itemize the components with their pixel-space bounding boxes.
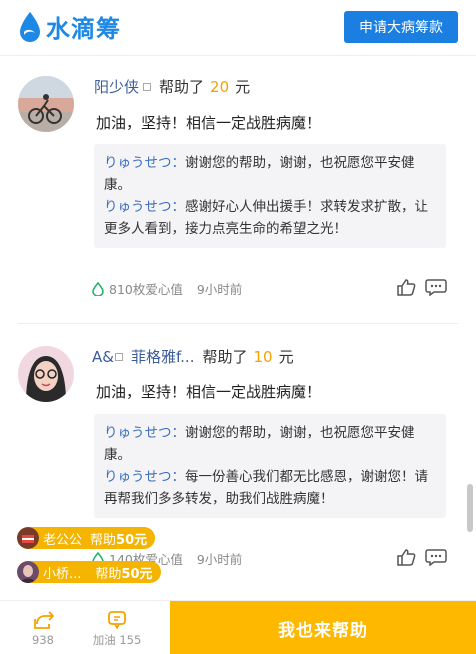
toast-amount: 50元: [121, 566, 153, 582]
cheer-label: 加油 155: [92, 632, 142, 647]
donor-message: 加油，坚持！相信一定战胜病魔！: [96, 114, 322, 132]
logo[interactable]: 水滴筹: [18, 9, 121, 44]
reply-author: りゅうせつ：: [104, 425, 185, 441]
water-drop-logo-icon: [20, 11, 40, 42]
currency-unit: 元: [278, 348, 294, 366]
timestamp: 9小时前: [196, 282, 243, 297]
reply-author: りゅうせつ：: [104, 155, 185, 171]
share-icon: [34, 610, 54, 629]
reply[interactable]: りゅうせつ：每一份善心我们都无比感恩，谢谢您！请再帮我们多多转发，助我们战胜病魔…: [104, 466, 436, 510]
reply-author: りゅうせつ：: [104, 469, 185, 485]
toast-help-label: 帮助: [90, 532, 117, 548]
avatar[interactable]: [18, 76, 74, 132]
cheer-button[interactable]: 加油 155: [86, 601, 148, 654]
comment-icon[interactable]: [425, 278, 447, 296]
placeholder-glyph: [143, 82, 152, 91]
timestamp: 9小时前: [196, 552, 243, 567]
scrollbar-thumb[interactable]: [467, 484, 473, 532]
toast-avatar: [17, 561, 39, 583]
helped-label: 帮助了: [202, 348, 248, 366]
share-count: 938: [32, 632, 54, 647]
share-button[interactable]: 938: [18, 601, 68, 654]
love-value: 810枚爱心值: [109, 282, 183, 297]
toast-name: 老公公: [43, 532, 83, 548]
donor-row: A& 菲格雅f... 帮助了 10 元: [92, 346, 294, 367]
donation-toast: 小桥... 帮助 50元: [17, 561, 161, 583]
placeholder-glyph: [114, 352, 123, 361]
reply[interactable]: りゅうせつ：谢谢您的帮助，谢谢，也祝愿您平安健康。: [104, 152, 436, 196]
reply-box: りゅうせつ：谢谢您的帮助，谢谢，也祝愿您平安健康。 りゅうせつ：感谢好心人伸出援…: [94, 144, 446, 248]
avatar[interactable]: [18, 346, 74, 402]
donor-row: 阳少侠 帮助了 20 元: [94, 76, 250, 97]
logo-text: 水滴筹: [46, 15, 121, 43]
thumbs-up-icon[interactable]: [396, 278, 418, 296]
thumbs-up-icon[interactable]: [396, 548, 418, 566]
donor-name[interactable]: A&: [92, 348, 114, 366]
bottom-bar: 938 加油 155 我也来帮助: [0, 600, 476, 654]
donor-name-2[interactable]: 菲格雅f...: [131, 346, 195, 367]
entry-meta: 810枚爱心值 9小时前: [92, 279, 242, 298]
reply[interactable]: りゅうせつ：谢谢您的帮助，谢谢，也祝愿您平安健康。: [104, 422, 436, 466]
toast-amount: 50元: [116, 532, 148, 548]
reply-author: りゅうせつ：: [104, 199, 185, 215]
toast-name: 小桥...: [43, 566, 82, 582]
love-leaf-icon: [92, 281, 104, 296]
donor-message: 加油，坚持！相信一定战胜病魔！: [96, 383, 322, 401]
toast-avatar: [17, 527, 39, 549]
reply[interactable]: りゅうせつ：感谢好心人伸出援手！求转发求扩散，让更多人看到，接力点亮生命的希望之…: [104, 196, 436, 240]
apply-fundraising-button[interactable]: 申请大病筹款: [344, 11, 458, 43]
help-button[interactable]: 我也来帮助: [170, 601, 476, 654]
currency-unit: 元: [235, 78, 251, 96]
header: 水滴筹 申请大病筹款: [0, 0, 476, 56]
donor-name[interactable]: 阳少侠: [94, 76, 139, 97]
helped-label: 帮助了: [159, 78, 205, 96]
donation-amount: 10: [253, 347, 273, 366]
donation-amount: 20: [210, 77, 230, 96]
comment-icon[interactable]: [425, 548, 447, 566]
toast-help-label: 帮助: [95, 566, 122, 582]
donation-toast: 老公公 帮助 50元: [17, 527, 156, 549]
reply-box: りゅうせつ：谢谢您的帮助，谢谢，也祝愿您平安健康。 りゅうせつ：每一份善心我们都…: [94, 414, 446, 518]
divider: [18, 323, 458, 324]
cheer-icon: [108, 610, 126, 629]
